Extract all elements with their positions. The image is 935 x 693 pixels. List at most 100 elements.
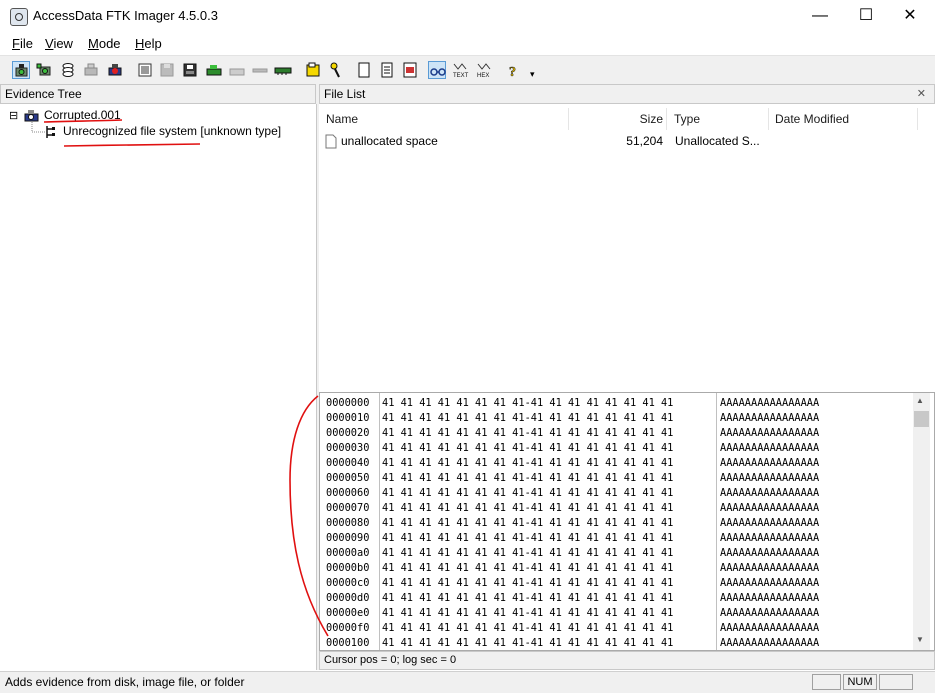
tree-item-unrecognized-fs[interactable]: Unrecognized file system [unknown type] <box>63 124 281 138</box>
hex-ascii[interactable]: AAAAAAAAAAAAAAAA <box>720 621 819 636</box>
maximize-button[interactable]: ☐ <box>843 0 889 32</box>
file-list: Name Size Type Date Modified unallocated… <box>319 104 935 392</box>
export-file-hash-list-icon[interactable] <box>205 61 223 79</box>
hex-bytes[interactable]: 41 41 41 41 41 41 41 41-41 41 41 41 41 4… <box>382 561 673 576</box>
hex-bytes[interactable]: 41 41 41 41 41 41 41 41-41 41 41 41 41 4… <box>382 441 673 456</box>
column-type[interactable]: Type <box>674 108 700 130</box>
create-disk-image-icon[interactable] <box>136 61 154 79</box>
column-divider[interactable] <box>917 108 918 130</box>
hex-ascii[interactable]: AAAAAAAAAAAAAAAA <box>720 501 819 516</box>
hex-view-icon[interactable]: HEX <box>476 61 494 79</box>
menu-help-mnemonic: H <box>135 36 145 51</box>
hex-ascii[interactable]: AAAAAAAAAAAAAAAA <box>720 561 819 576</box>
hex-bytes[interactable]: 41 41 41 41 41 41 41 41-41 41 41 41 41 4… <box>382 531 673 546</box>
hex-ascii[interactable]: AAAAAAAAAAAAAAAA <box>720 471 819 486</box>
scroll-up-arrow[interactable]: ▲ <box>916 396 924 405</box>
hex-ascii[interactable]: AAAAAAAAAAAAAAAA <box>720 591 819 606</box>
hex-offset: 00000d0 <box>326 592 370 604</box>
hex-bytes[interactable]: 41 41 41 41 41 41 41 41-41 41 41 41 41 4… <box>382 621 673 636</box>
hex-ascii[interactable]: AAAAAAAAAAAAAAAA <box>720 411 819 426</box>
hex-offset: 0000050 <box>326 472 370 484</box>
toolbar: TEXT HEX ? ▾ <box>0 55 935 85</box>
add-all-evidence-icon[interactable] <box>36 61 54 79</box>
close-button[interactable]: ✕ <box>887 0 933 32</box>
file-type: Unallocated S... <box>675 134 760 148</box>
hex-offset: 0000030 <box>326 442 370 454</box>
hex-ascii[interactable]: AAAAAAAAAAAAAAAA <box>720 606 819 621</box>
detect-encryption-icon[interactable] <box>327 61 345 79</box>
menu-view[interactable]: View <box>45 36 73 51</box>
cursor-status: Cursor pos = 0; log sec = 0 <box>319 651 935 670</box>
hex-offset: 0000070 <box>326 502 370 514</box>
export-disk-image-icon[interactable] <box>158 61 176 79</box>
hex-bytes[interactable]: 41 41 41 41 41 41 41 41-41 41 41 41 41 4… <box>382 546 673 561</box>
hex-scrollbar[interactable]: ▲ ▼ <box>913 393 930 650</box>
new-document-icon[interactable] <box>355 61 373 79</box>
column-divider[interactable] <box>768 108 769 130</box>
hex-value-interpreter-icon[interactable] <box>401 61 419 79</box>
hex-ascii[interactable]: AAAAAAAAAAAAAAAA <box>720 456 819 471</box>
menu-mode[interactable]: Mode <box>88 36 121 51</box>
properties-icon[interactable] <box>378 61 396 79</box>
scroll-down-arrow[interactable]: ▼ <box>916 635 924 644</box>
hex-ascii-divider <box>716 393 717 650</box>
hex-bytes[interactable]: 41 41 41 41 41 41 41 41-41 41 41 41 41 4… <box>382 411 673 426</box>
capture-memory-icon[interactable] <box>274 61 292 79</box>
hex-ascii[interactable]: AAAAAAAAAAAAAAAA <box>720 441 819 456</box>
column-date-modified[interactable]: Date Modified <box>775 108 849 130</box>
hex-bytes[interactable]: 41 41 41 41 41 41 41 41-41 41 41 41 41 4… <box>382 486 673 501</box>
hex-ascii[interactable]: AAAAAAAAAAAAAAAA <box>720 576 819 591</box>
hex-bytes[interactable]: 41 41 41 41 41 41 41 41-41 41 41 41 41 4… <box>382 576 673 591</box>
tree-item-corrupted[interactable]: Corrupted.001 <box>44 108 121 122</box>
column-divider[interactable] <box>666 108 667 130</box>
create-custom-content-image-icon[interactable] <box>251 61 269 79</box>
minimize-button[interactable]: — <box>797 0 843 32</box>
hex-offset: 0000020 <box>326 427 370 439</box>
hex-ascii[interactable]: AAAAAAAAAAAAAAAA <box>720 516 819 531</box>
hex-bytes[interactable]: 41 41 41 41 41 41 41 41-41 41 41 41 41 4… <box>382 591 673 606</box>
menu-file[interactable]: File <box>12 36 33 51</box>
column-size[interactable]: Size <box>569 108 663 130</box>
hex-offset: 00000c0 <box>326 577 370 589</box>
hex-viewer[interactable]: 0000000 41 41 41 41 41 41 41 41-41 41 41 … <box>319 392 935 651</box>
column-name[interactable]: Name <box>326 108 358 130</box>
hex-ascii[interactable]: AAAAAAAAAAAAAAAA <box>720 636 819 650</box>
scroll-thumb[interactable] <box>914 411 929 427</box>
hex-view-auto-icon[interactable] <box>428 61 446 79</box>
menu-file-label: ile <box>19 36 33 51</box>
obtain-protected-files-icon[interactable] <box>304 61 322 79</box>
hex-bytes[interactable]: 41 41 41 41 41 41 41 41-41 41 41 41 41 4… <box>382 426 673 441</box>
hex-ascii[interactable]: AAAAAAAAAAAAAAAA <box>720 546 819 561</box>
table-row[interactable]: unallocated space 51,204 Unallocated S..… <box>319 132 919 152</box>
file-list-close-icon[interactable]: ✕ <box>917 85 926 103</box>
window-title: AccessData FTK Imager 4.5.0.3 <box>33 8 218 23</box>
app-icon <box>10 8 28 26</box>
image-mounting-icon[interactable] <box>59 61 77 79</box>
hex-offset: 0000080 <box>326 517 370 529</box>
hex-bytes[interactable]: 41 41 41 41 41 41 41 41-41 41 41 41 41 4… <box>382 606 673 621</box>
title-bar: AccessData FTK Imager 4.5.0.3 — ☐ ✕ <box>0 0 935 33</box>
hex-bytes[interactable]: 41 41 41 41 41 41 41 41-41 41 41 41 41 4… <box>382 501 673 516</box>
menu-mode-label: ode <box>98 36 121 51</box>
add-to-custom-content-icon[interactable] <box>228 61 246 79</box>
toolbar-dropdown-icon[interactable]: ▾ <box>530 65 548 83</box>
add-evidence-icon[interactable] <box>12 61 30 79</box>
file-list-header: File List ✕ <box>319 84 935 104</box>
hex-ascii[interactable]: AAAAAAAAAAAAAAAA <box>720 396 819 411</box>
hex-ascii[interactable]: AAAAAAAAAAAAAAAA <box>720 426 819 441</box>
hex-bytes[interactable]: 41 41 41 41 41 41 41 41-41 41 41 41 41 4… <box>382 396 673 411</box>
menu-help[interactable]: Help <box>135 36 162 51</box>
text-view-icon[interactable]: TEXT <box>452 61 470 79</box>
hex-ascii[interactable]: AAAAAAAAAAAAAAAA <box>720 531 819 546</box>
hex-bytes[interactable]: 41 41 41 41 41 41 41 41-41 41 41 41 41 4… <box>382 456 673 471</box>
hex-bytes[interactable]: 41 41 41 41 41 41 41 41-41 41 41 41 41 4… <box>382 636 673 650</box>
remove-all-evidence-icon[interactable] <box>106 61 124 79</box>
hex-offset-divider <box>379 393 380 650</box>
remove-evidence-icon[interactable] <box>82 61 100 79</box>
export-files-icon[interactable] <box>181 61 199 79</box>
help-icon[interactable]: ? <box>505 61 523 79</box>
hex-ascii[interactable]: AAAAAAAAAAAAAAAA <box>720 486 819 501</box>
hex-offset: 0000060 <box>326 487 370 499</box>
hex-bytes[interactable]: 41 41 41 41 41 41 41 41-41 41 41 41 41 4… <box>382 471 673 486</box>
hex-bytes[interactable]: 41 41 41 41 41 41 41 41-41 41 41 41 41 4… <box>382 516 673 531</box>
